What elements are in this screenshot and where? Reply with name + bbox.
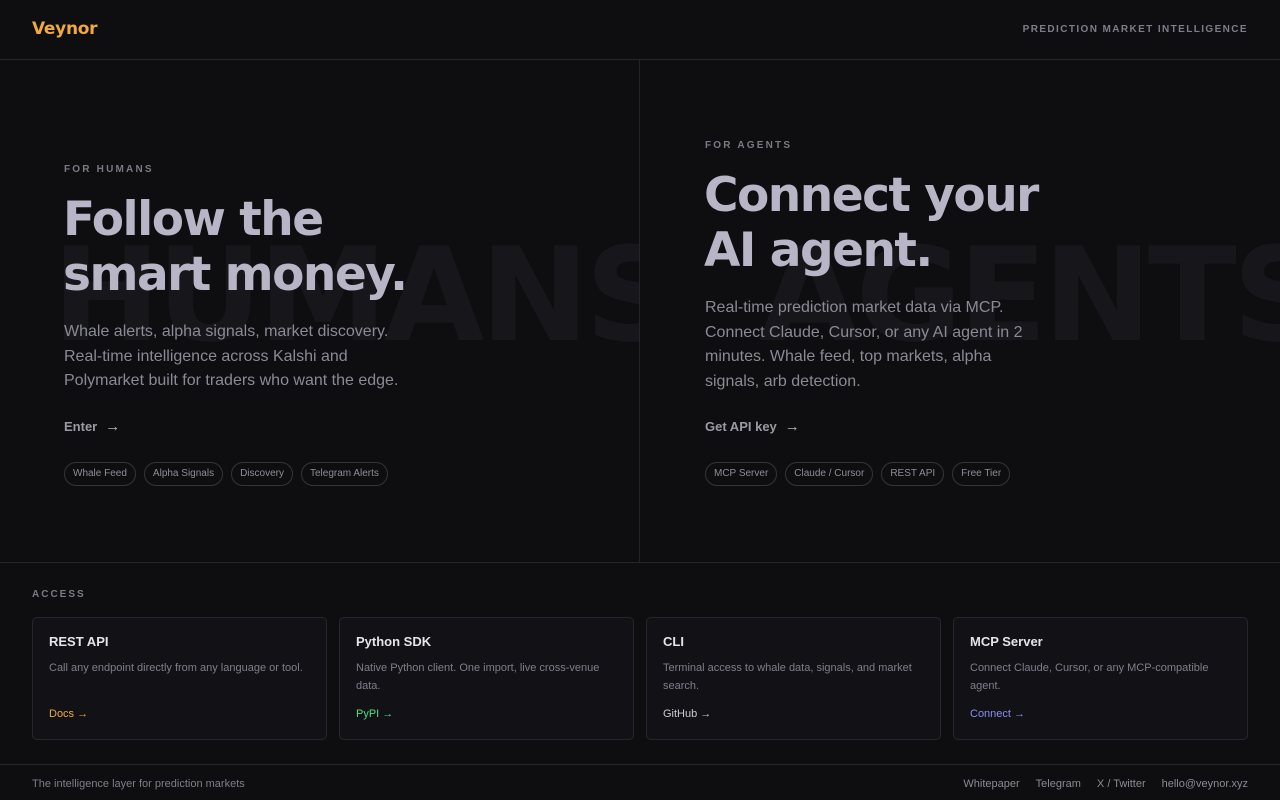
access-cards: REST API Call any endpoint directly from…	[32, 617, 1248, 740]
agents-description: Real-time prediction market data via MCP…	[705, 296, 1085, 394]
arrow-right-icon: →	[105, 418, 121, 435]
agents-panel: AGENTS FOR AGENTS Connect your AI agent.…	[641, 60, 1280, 562]
card-description: Call any endpoint directly from any lang…	[49, 662, 303, 674]
footer-tagline: The intelligence layer for prediction ma…	[32, 778, 245, 790]
agents-desc-line: signals, arb detection.	[705, 372, 861, 390]
footer-link-telegram[interactable]: Telegram	[1036, 778, 1081, 790]
card-description: Connect Claude, Cursor, or any MCP-compa…	[970, 662, 1209, 692]
humans-headline: Follow the smart money.	[63, 192, 623, 302]
card-description: Terminal access to whale data, signals, …	[663, 662, 912, 692]
humans-chips: Whale Feed Alpha Signals Discovery Teleg…	[64, 462, 388, 486]
card-title: CLI	[663, 634, 684, 649]
footer-links: Whitepaper Telegram X / Twitter hello@ve…	[963, 778, 1248, 790]
chip-free-tier: Free Tier	[952, 462, 1011, 486]
humans-panel: HUMANS FOR HUMANS Follow the smart money…	[0, 60, 640, 562]
card-mcp-server: MCP Server Connect Claude, Cursor, or an…	[953, 617, 1248, 740]
chip-claude-cursor: Claude / Cursor	[785, 462, 874, 486]
chip-whale-feed: Whale Feed	[64, 462, 136, 486]
humans-headline-line: Follow the	[63, 192, 324, 247]
connect-link[interactable]: Connect →	[970, 708, 1025, 720]
humans-desc-line: Real-time intelligence across Kalshi and	[64, 347, 348, 365]
chip-rest-api: REST API	[881, 462, 945, 486]
footer: The intelligence layer for prediction ma…	[0, 764, 1280, 800]
enter-button[interactable]: Enter →	[64, 418, 120, 435]
card-description: Native Python client. One import, live c…	[356, 662, 600, 692]
footer-link-email[interactable]: hello@veynor.xyz	[1162, 778, 1248, 790]
footer-link-whitepaper[interactable]: Whitepaper	[963, 778, 1019, 790]
top-bar: Veynor PREDICTION MARKET INTELLIGENCE	[0, 0, 1280, 60]
chip-alpha-signals: Alpha Signals	[143, 462, 224, 486]
chip-telegram-alerts: Telegram Alerts	[300, 462, 388, 486]
card-title: MCP Server	[970, 634, 1043, 649]
header-tagline: PREDICTION MARKET INTELLIGENCE	[1022, 24, 1248, 35]
pypi-link[interactable]: PyPI →	[356, 708, 393, 720]
logo[interactable]: Veynor	[32, 19, 98, 39]
humans-description: Whale alerts, alpha signals, market disc…	[64, 320, 464, 394]
enter-button-label: Enter	[64, 419, 98, 434]
humans-headline-line: smart money.	[63, 247, 408, 302]
card-cli: CLI Terminal access to whale data, signa…	[646, 617, 941, 740]
agents-eyebrow: FOR AGENTS	[705, 140, 793, 151]
docs-link[interactable]: Docs →	[49, 708, 88, 720]
hero: HUMANS FOR HUMANS Follow the smart money…	[0, 60, 1280, 563]
humans-desc-line: Polymarket built for traders who want th…	[64, 372, 399, 389]
card-rest-api: REST API Call any endpoint directly from…	[32, 617, 327, 740]
card-python-sdk: Python SDK Native Python client. One imp…	[339, 617, 634, 740]
agents-headline: Connect your AI agent.	[704, 168, 1264, 278]
agents-desc-line: minutes. Whale feed, top markets, alpha	[705, 348, 992, 365]
chip-discovery: Discovery	[231, 462, 293, 486]
footer-link-twitter[interactable]: X / Twitter	[1097, 778, 1146, 790]
github-link[interactable]: GitHub →	[663, 708, 711, 720]
arrow-right-icon: →	[784, 418, 800, 435]
agents-chips: MCP Server Claude / Cursor REST API Free…	[705, 462, 1011, 486]
access-section-label: ACCESS	[32, 589, 86, 600]
agents-desc-line: Connect Claude, Cursor, or any AI agent …	[705, 323, 1023, 341]
get-api-key-button[interactable]: Get API key →	[705, 418, 800, 435]
humans-desc-line: Whale alerts, alpha signals, market disc…	[64, 323, 389, 340]
agents-headline-line: Connect your	[704, 168, 1039, 223]
card-title: Python SDK	[356, 634, 432, 649]
chip-mcp-server: MCP Server	[705, 462, 778, 486]
agents-headline-line: AI agent.	[704, 223, 933, 278]
agents-desc-line: Real-time prediction market data via MCP…	[705, 299, 1004, 316]
humans-eyebrow: FOR HUMANS	[64, 164, 154, 175]
card-title: REST API	[49, 634, 109, 649]
get-api-key-label: Get API key	[705, 419, 777, 434]
